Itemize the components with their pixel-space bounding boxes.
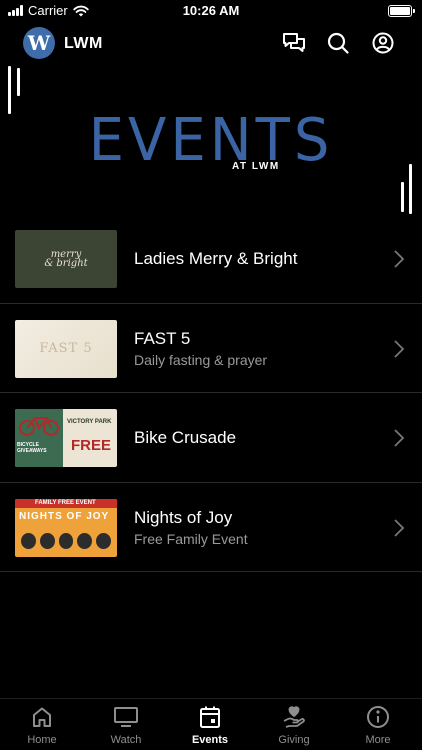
chevron-right-icon — [394, 429, 405, 447]
status-bar: Carrier 10:26 AM — [0, 0, 422, 22]
event-row[interactable]: BICYCLE GIVEAWAYS VICTORY PARK FREE Bike… — [0, 393, 422, 483]
tab-label: More — [365, 734, 391, 746]
thumb-text: & bright — [44, 258, 88, 269]
thumb-text: NIGHTS OF JOY — [19, 510, 110, 522]
events-banner: EVENTS AT LWM — [0, 64, 422, 214]
banner-title: EVENTS — [88, 106, 334, 175]
thumb-text: FAST 5 — [39, 341, 93, 356]
thumb-text: BICYCLE GIVEAWAYS — [17, 442, 47, 454]
giving-hand-icon — [283, 706, 305, 728]
thumb-text: FREE — [71, 437, 112, 454]
banner-subtitle: AT LWM — [232, 161, 280, 172]
tab-home[interactable]: Home — [0, 703, 84, 746]
event-subtitle: Free Family Event — [134, 530, 248, 547]
home-icon — [33, 707, 51, 727]
status-time: 10:26 AM — [182, 3, 240, 18]
event-text: Nights of Joy Free Family Event — [134, 483, 248, 572]
banner-decor-bar — [401, 182, 404, 212]
tab-label: Home — [27, 734, 57, 746]
event-subtitle: Daily fasting & prayer — [134, 351, 268, 368]
chevron-right-icon — [394, 339, 405, 358]
logo-letter: W — [27, 31, 51, 55]
battery-icon — [388, 5, 415, 17]
thumb-text: VICTORY PARK — [67, 419, 112, 425]
event-row[interactable]: merry & bright Ladies Merry & Bright — [0, 214, 422, 304]
tab-label: Watch — [110, 734, 142, 746]
event-text: FAST 5 Daily fasting & prayer — [134, 304, 267, 393]
event-text: Bike Crusade — [134, 393, 236, 482]
thumb-text: FAMILY FREE EVENT — [35, 499, 96, 506]
event-thumbnail: FAMILY FREE EVENT NIGHTS OF JOY — [15, 498, 117, 557]
tab-bar: Home Watch Events Giving More — [0, 698, 422, 750]
banner-decor-bar — [17, 68, 20, 96]
tv-icon — [114, 707, 138, 727]
profile-icon[interactable] — [370, 30, 396, 56]
app-name: LWM — [64, 35, 103, 52]
info-icon — [367, 706, 389, 728]
chat-icon[interactable] — [281, 30, 307, 56]
event-title: FAST 5 — [134, 328, 191, 348]
event-thumbnail: FAST 5 — [15, 319, 117, 378]
chevron-right-icon — [394, 518, 405, 537]
app-logo[interactable]: W — [23, 27, 55, 59]
app-header: W LWM — [0, 26, 422, 62]
event-title: Bike Crusade — [134, 427, 237, 447]
tab-label: Events — [191, 734, 229, 746]
tab-more[interactable]: More — [336, 703, 420, 746]
event-list: merry & bright Ladies Merry & Bright FAS… — [0, 214, 422, 572]
event-thumbnail: BICYCLE GIVEAWAYS VICTORY PARK FREE — [15, 409, 117, 467]
tab-watch[interactable]: Watch — [84, 703, 168, 746]
event-title: Nights of Joy — [134, 507, 233, 527]
event-thumbnail: merry & bright — [15, 230, 117, 288]
event-row[interactable]: FAMILY FREE EVENT NIGHTS OF JOY Nights o… — [0, 483, 422, 572]
event-row[interactable]: FAST 5 FAST 5 Daily fasting & prayer — [0, 304, 422, 393]
tab-label: Giving — [278, 734, 310, 746]
tab-giving[interactable]: Giving — [252, 703, 336, 746]
calendar-icon — [200, 706, 220, 728]
search-icon[interactable] — [325, 30, 351, 56]
event-text: Ladies Merry & Bright — [134, 214, 297, 303]
chevron-right-icon — [394, 250, 405, 268]
event-title: Ladies Merry & Bright — [134, 248, 298, 268]
tab-events[interactable]: Events — [168, 703, 252, 746]
